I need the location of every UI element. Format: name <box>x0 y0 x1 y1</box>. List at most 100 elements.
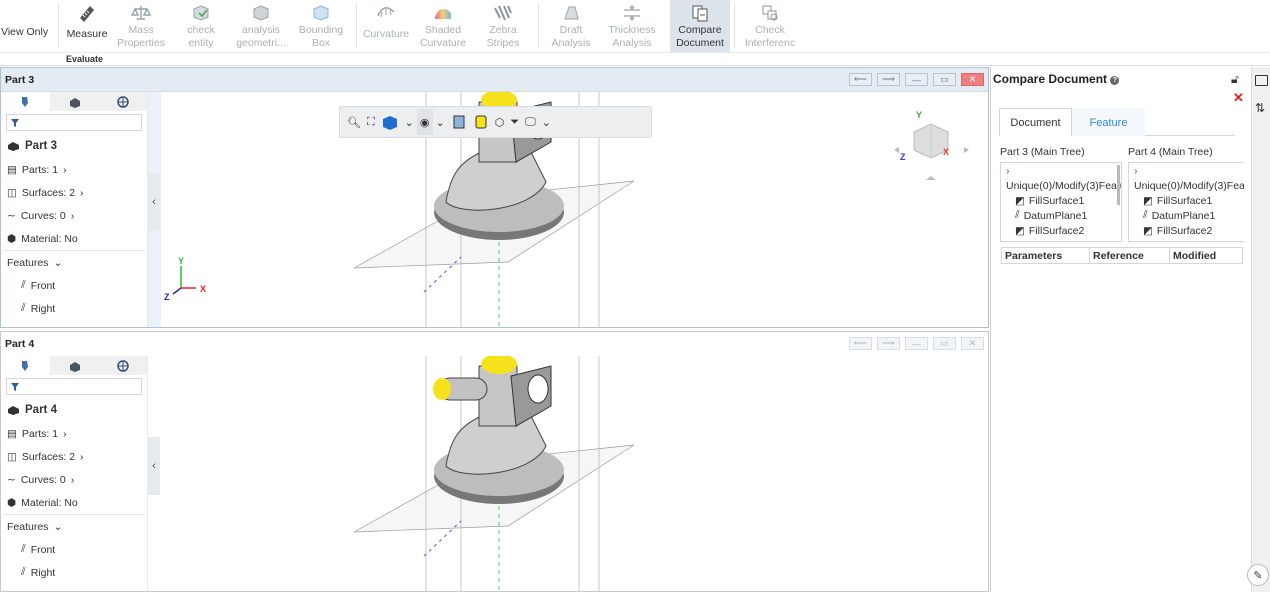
column-reference[interactable]: Reference <box>1090 248 1170 263</box>
bounding-box-button[interactable]: Bounding Box <box>294 0 348 52</box>
prev-button[interactable]: ⟵ <box>849 337 872 350</box>
chevron-right-icon[interactable]: › <box>1129 163 1244 178</box>
check-entity-button[interactable]: check entity <box>174 0 228 52</box>
next-button[interactable]: ⟶ <box>877 73 900 86</box>
notes-icon[interactable]: ✎ <box>1247 564 1269 586</box>
tab-feature[interactable]: Feature <box>1072 108 1145 136</box>
tree-item[interactable]: ◩ FillSurface2 <box>1001 223 1121 238</box>
mass-properties-button[interactable]: Mass Properties <box>114 0 168 52</box>
zoom-icon[interactable]: 🔍︎ <box>344 109 364 135</box>
tree-curves[interactable]: ∼ Curves: 0 › <box>1 468 147 491</box>
compare-document-button[interactable]: Compare Document <box>670 0 730 52</box>
tree-item[interactable]: ◩ FillSurface1 <box>1129 193 1244 208</box>
scrollbar[interactable] <box>1117 165 1120 205</box>
tree-parts[interactable]: ▤ Parts: 1 › <box>1 158 147 181</box>
view-orientation-icon[interactable] <box>378 109 402 135</box>
display-style-icon[interactable]: ⬡ <box>492 109 508 135</box>
curvature-button[interactable]: Curvature <box>360 0 412 52</box>
3d-canvas[interactable] <box>161 356 988 591</box>
filter-input[interactable] <box>6 114 142 131</box>
tree-parts[interactable]: ▤ Parts: 1 › <box>1 422 147 445</box>
tree-surfaces[interactable]: ◫ Surfaces: 2 › <box>1 445 147 468</box>
tree-item[interactable]: ◩ FillSurface2 <box>1129 223 1244 238</box>
shaded-curvature-button[interactable]: Shaded Curvature <box>416 0 470 52</box>
chevron-right-icon: › <box>63 163 67 176</box>
collapse-panel-button[interactable]: ‹ <box>148 437 160 495</box>
tree-material[interactable]: ⬢ Material: No <box>1 227 147 250</box>
chevron-down-icon[interactable]: ⌄ <box>402 109 417 135</box>
appearance-icon[interactable] <box>470 109 492 135</box>
tree-summary: Unique(0)/Modify(3)Feat <box>1134 179 1244 192</box>
view-cube[interactable]: Y X Z <box>894 110 969 182</box>
right-tree[interactable]: › Unique(0)/Modify(3)Feat ◩ FillSurface1 … <box>1128 162 1244 242</box>
properties-tab[interactable] <box>50 92 99 111</box>
tree-features[interactable]: Features ⌄ <box>1 515 147 538</box>
column-modified[interactable]: Modified <box>1170 248 1242 263</box>
tree-surfaces[interactable]: ◫ Surfaces: 2 › <box>1 181 147 204</box>
feature-item[interactable]: ⫽ Front <box>1 274 147 297</box>
display-tab[interactable] <box>98 356 147 375</box>
feature-item[interactable]: ⫽ Right <box>1 297 147 320</box>
panel-title-text: Compare Document <box>993 72 1108 86</box>
chevron-right-icon[interactable]: › <box>1001 163 1121 178</box>
monitor-icon[interactable]: 🖵︎ <box>522 109 539 135</box>
analysis-geometry-button[interactable]: analysis geometri... <box>234 0 288 52</box>
viewport-part4[interactable]: Part 4 ⟵ ⟶ — ▭ ✕ Part 4 ▤ Parts: 1 › ◫ Surf… <box>0 331 989 592</box>
tree-item[interactable]: ⫽ DatumPlane1 <box>1129 208 1244 223</box>
filter-input[interactable] <box>6 378 142 395</box>
axis-triad: Y X Z <box>164 256 209 302</box>
check-interference-button[interactable]: Check Interferenc <box>740 0 800 52</box>
tree-root[interactable]: Part 3 <box>1 134 147 158</box>
tree-item[interactable]: ◩ FillSurface1 <box>1001 193 1121 208</box>
close-button[interactable]: ✕ <box>961 73 984 86</box>
restore-button[interactable]: ▭ <box>933 73 956 86</box>
viewport-part3[interactable]: Part 3 ⟵ ⟶ — ▭ ✕ Part 3 ▤ Parts: 1 › ◫ Surf… <box>0 67 989 328</box>
tab-document[interactable]: Document <box>999 108 1072 136</box>
view-only-label[interactable]: View Only <box>1 26 48 38</box>
minimize-button[interactable]: — <box>905 337 928 350</box>
swap-icon[interactable]: ⇅ <box>1255 101 1265 115</box>
material-icon: ⬢ <box>7 232 17 245</box>
tree-features[interactable]: Features ⌄ <box>1 251 147 274</box>
tree-root[interactable]: Part 4 <box>1 398 147 422</box>
bounding-box-label: Bounding Box <box>298 24 344 49</box>
draft-icon <box>561 2 581 24</box>
restore-button[interactable]: ▭ <box>933 337 956 350</box>
fill-surface-icon: ◩ <box>1143 224 1153 237</box>
folder-icon[interactable] <box>1255 75 1268 86</box>
prev-button[interactable]: ⟵ <box>849 73 872 86</box>
help-icon[interactable]: ? <box>1110 76 1120 85</box>
thickness-analysis-button[interactable]: Thickness Analysis <box>604 0 660 52</box>
zebra-stripes-button[interactable]: Zebra Stripes <box>476 0 530 52</box>
feature-tree-tab[interactable] <box>1 92 50 111</box>
column-parameters[interactable]: Parameters <box>1002 248 1090 263</box>
visibility-icon[interactable]: ◉ <box>416 109 433 135</box>
close-button[interactable]: ✕ <box>961 337 984 350</box>
pane-header: Part 3 ⟵ ⟶ — ▭ ✕ <box>1 68 988 92</box>
tree-material[interactable]: ⬢ Material: No <box>1 491 147 514</box>
next-button[interactable]: ⟶ <box>877 337 900 350</box>
left-tree[interactable]: › Unique(0)/Modify(3)Featu ◩ FillSurface1… <box>1000 162 1122 242</box>
tree-item-label: FillSurface2 <box>1028 224 1085 237</box>
feature-item[interactable]: ⫽ Front <box>1 538 147 561</box>
compare-tabs: Document Feature <box>999 108 1235 136</box>
analysis-icon <box>251 2 271 24</box>
check-entity-icon <box>191 2 211 24</box>
properties-tab[interactable] <box>50 356 99 375</box>
feature-item[interactable]: ⫽ Right <box>1 561 147 584</box>
fit-view-icon[interactable]: ⛶ <box>364 109 378 135</box>
collapse-panel-button[interactable]: ‹ <box>148 173 160 231</box>
chevron-down-icon[interactable]: ⌄ <box>539 109 554 135</box>
measure-button[interactable]: Measure <box>62 0 112 52</box>
feature-tree-tab[interactable] <box>1 356 50 375</box>
chevron-down-icon[interactable]: ⌄ <box>433 109 448 135</box>
tree-curves[interactable]: ∼ Curves: 0 › <box>1 204 147 227</box>
display-tab[interactable] <box>98 92 147 111</box>
close-icon[interactable]: ✕ <box>1233 90 1244 106</box>
selection-filter-icon[interactable]: ⏷ <box>507 109 522 135</box>
draft-analysis-button[interactable]: Draft Analysis <box>544 0 598 52</box>
tree-item[interactable]: ⫽ DatumPlane1 <box>1001 208 1121 223</box>
minimize-button[interactable]: — <box>905 73 928 86</box>
section-view-icon[interactable] <box>448 109 470 135</box>
lock-icon[interactable]: 🔓︎ <box>1231 72 1239 87</box>
